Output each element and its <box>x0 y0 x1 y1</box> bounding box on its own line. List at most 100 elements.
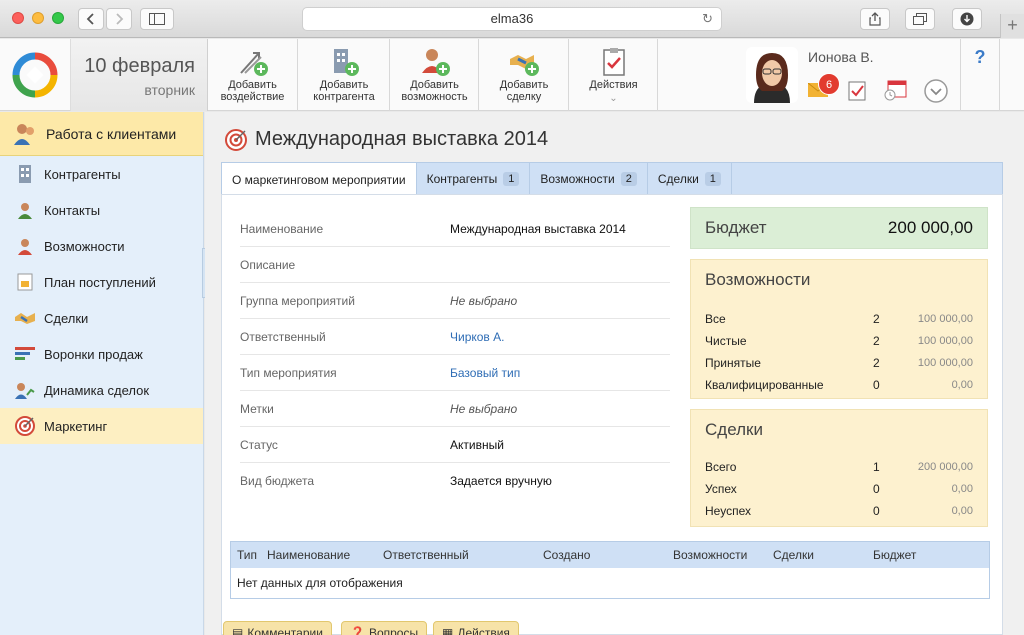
sidebar-item-label: Контрагенты <box>44 166 121 182</box>
column-header-created[interactable]: Создано <box>543 548 590 562</box>
sidebar-item-sales-funnels[interactable]: Воронки продаж <box>0 336 203 372</box>
summary-name: Успех <box>705 482 737 496</box>
summary-row: Квалифицированные 0 0,00 <box>705 374 973 396</box>
actions-menu-button[interactable]: Действия ⌄ <box>570 39 658 111</box>
funnel-icon <box>15 347 35 360</box>
summary-name: Неуспех <box>705 504 751 518</box>
column-header-responsible[interactable]: Ответственный <box>383 548 469 562</box>
sidebar-item-income-plan[interactable]: План поступлений <box>0 264 203 300</box>
sidebar-item-contractors[interactable]: Контрагенты <box>0 156 203 192</box>
summary-sum: 0,00 <box>951 505 973 517</box>
field-value: Международная выставка 2014 <box>450 221 626 236</box>
elma-logo[interactable] <box>0 39 70 111</box>
close-window-button[interactable] <box>12 12 24 24</box>
forward-button[interactable] <box>106 8 132 30</box>
tabs-icon <box>913 13 927 25</box>
summary-row: Неуспех 0 0,00 <box>705 500 973 522</box>
add-interaction-button[interactable]: Добавить воздействие <box>208 39 298 111</box>
field-value: Не выбрано <box>450 401 518 416</box>
add-deal-label-1: Добавить <box>499 79 549 91</box>
summary-count: 0 <box>873 482 880 496</box>
browser-titlebar: elma36 ↻ + <box>0 0 1024 38</box>
sidebar-item-deals[interactable]: Сделки <box>0 300 203 336</box>
add-deal-button[interactable]: Добавить сделку <box>480 39 569 111</box>
calendar-icon[interactable] <box>884 79 908 101</box>
sidebar-item-deal-dynamics[interactable]: Динамика сделок <box>0 372 203 408</box>
sidebar-item-label: Маркетинг <box>44 418 108 434</box>
opportunities-summary-title: Возможности <box>705 270 811 289</box>
column-header-name[interactable]: Наименование <box>267 548 350 562</box>
avatar[interactable] <box>746 47 798 103</box>
tab-contractors[interactable]: Контрагенты 1 <box>417 163 531 194</box>
summary-row: Все 2 100 000,00 <box>705 308 973 330</box>
summary-count: 0 <box>873 378 880 392</box>
sidebar-item-contacts[interactable]: Контакты <box>0 192 203 228</box>
event-type-link[interactable]: Базовый тип <box>450 366 520 380</box>
actions-button[interactable]: ▦ Действия <box>433 621 519 635</box>
field-label: Тип мероприятия <box>240 365 337 380</box>
sidebar-icon <box>149 13 165 25</box>
add-contractor-label-2: контрагента <box>313 91 375 103</box>
target-icon <box>15 416 35 436</box>
deals-summary: Сделки Всего 1 200 000,00 Успех 0 0,00 Неусп… <box>690 409 988 527</box>
chevron-left-icon <box>86 13 94 25</box>
table-header: Тип Наименование Ответственный Создано В… <box>231 542 989 568</box>
downloads-button[interactable] <box>952 8 982 30</box>
opportunities-summary: Возможности Все 2 100 000,00 Чистые 2 100 00… <box>690 259 988 399</box>
summary-count: 2 <box>873 356 880 370</box>
user-name[interactable]: Ионова В. <box>808 49 874 65</box>
field-value: Не выбрано <box>450 293 518 308</box>
field-row-description: Описание <box>240 247 670 283</box>
tab-count: 1 <box>503 171 520 186</box>
sidebar-item-label: План поступлений <box>44 274 156 290</box>
summary-name: Все <box>705 312 726 326</box>
tabs-button[interactable] <box>905 8 935 30</box>
add-contractor-button[interactable]: Добавить контрагента <box>299 39 390 111</box>
page-title: Международная выставка 2014 <box>225 128 548 151</box>
clients-icon <box>14 123 34 145</box>
chevron-right-icon <box>116 13 124 25</box>
add-contractor-label-1: Добавить <box>319 79 369 91</box>
summary-sum: 0,00 <box>951 483 973 495</box>
sidebar-item-label: Динамика сделок <box>44 382 150 398</box>
summary-count: 1 <box>873 460 880 474</box>
summary-row: Успех 0 0,00 <box>705 478 973 500</box>
reload-icon[interactable]: ↻ <box>702 8 713 30</box>
field-label: Вид бюджета <box>240 474 314 488</box>
add-opportunity-label-2: возможность <box>401 91 468 103</box>
chevron-down-icon: ⌄ <box>609 93 618 104</box>
share-button[interactable] <box>860 8 890 30</box>
notification-badge[interactable]: 6 <box>818 73 840 95</box>
sidebar-item-marketing[interactable]: Маркетинг <box>0 408 203 444</box>
column-header-budget[interactable]: Бюджет <box>873 548 916 562</box>
sidebar-item-opportunities[interactable]: Возможности <box>0 228 203 264</box>
field-label: Описание <box>240 257 296 272</box>
help-button[interactable]: ? <box>960 39 1000 111</box>
sidebar-section-header[interactable]: Работа с клиентами <box>0 112 203 156</box>
questions-label: Вопросы <box>368 626 419 635</box>
chevron-down-circle-icon[interactable] <box>924 79 948 103</box>
column-header-type[interactable]: Тип <box>237 548 257 562</box>
responsible-link[interactable]: Чирков А. <box>450 330 504 344</box>
comments-button[interactable]: ▤ Комментарии <box>223 621 332 635</box>
address-bar[interactable]: elma36 ↻ <box>302 7 722 31</box>
zoom-window-button[interactable] <box>52 12 64 24</box>
arrows-add-icon <box>239 52 268 76</box>
tasks-icon[interactable] <box>848 79 868 101</box>
add-opportunity-button[interactable]: Добавить возможность <box>391 39 479 111</box>
sidebar-toggle-button[interactable] <box>140 8 174 30</box>
current-weekday: вторник <box>144 82 195 98</box>
sidebar-item-label: Контакты <box>44 202 101 218</box>
target-icon <box>225 128 247 151</box>
tab-deals[interactable]: Сделки 1 <box>648 163 732 194</box>
tab-about-event[interactable]: О маркетинговом мероприятии <box>222 163 417 196</box>
minimize-window-button[interactable] <box>32 12 44 24</box>
tab-label: Сделки <box>657 171 699 186</box>
new-tab-button[interactable]: + <box>1000 14 1024 38</box>
tab-opportunities[interactable]: Возможности 2 <box>530 163 648 194</box>
sidebar-item-label: Возможности <box>44 238 125 254</box>
back-button[interactable] <box>78 8 104 30</box>
column-header-opportunities[interactable]: Возможности <box>673 548 747 562</box>
column-header-deals[interactable]: Сделки <box>773 548 814 562</box>
questions-button[interactable]: ❓ Вопросы <box>341 621 428 635</box>
